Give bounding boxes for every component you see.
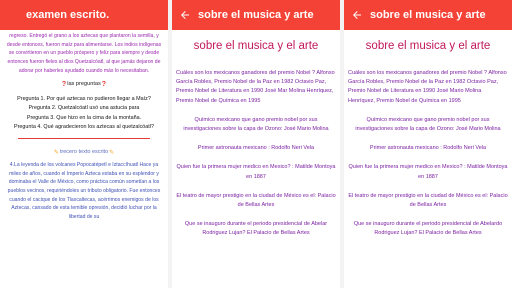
qa-item: Primer astronauta mexicano : Rodolfo Ner…	[369, 145, 487, 152]
qa-item: El teatro de mayor prestigio en la ciuda…	[348, 192, 508, 209]
question-item: Pregunta 4. Qué agradecieron los aztecas…	[14, 124, 154, 131]
pencil-icon: ✎	[109, 149, 115, 156]
app-bar: sobre el musica y arte	[172, 0, 340, 30]
third-text-label: trecero texto escrito	[59, 149, 109, 156]
question-item: Pregunta 3. Que hizo en la cima de la mo…	[26, 114, 142, 121]
screen-musica-arte: sobre el musica y arte sobre el musica y…	[172, 0, 340, 288]
qa-item: Cuáles son los mexicanos ganadores del p…	[176, 70, 335, 104]
page-heading: sobre el musica y el arte	[365, 40, 491, 52]
qa-item: Quien fue la primera mujer medico en Mex…	[176, 164, 336, 180]
story-paragraph: regreso. Entregó el grano a los aztecas …	[6, 33, 162, 74]
app-bar-title: examen escrito.	[26, 9, 110, 21]
screen-musica-arte: sobre el musica y arte sobre el musica y…	[344, 0, 512, 288]
qa-item: Que se inauguro durante el periodo presi…	[353, 221, 503, 237]
app-bar-title: sobre el musica y arte	[370, 9, 486, 21]
legend-paragraph: 4.La leyenda de los volcanes Popocatépet…	[7, 161, 161, 221]
qa-item: Químico mexicano que gano premio nobel p…	[183, 116, 329, 133]
app-bar-title: sobre el musica y arte	[198, 9, 314, 21]
questions-header-label: las preguntas	[67, 81, 101, 88]
qa-item: Químico mexicano que gano premio nobel p…	[355, 116, 501, 133]
qa-item: Cuáles son los mexicanos ganadores del p…	[348, 70, 507, 104]
third-text-header: ✎ trecero texto escrito ✎	[4, 149, 164, 156]
question-item: Pregunta 1. Por qué aztecas no pudieron …	[17, 95, 151, 102]
question-item: Pregunta 2. Quetzalcóatl usó una astucia…	[28, 105, 140, 112]
question-mark-icon: ?	[61, 80, 67, 88]
qa-item: El teatro de mayor prestigio en la ciuda…	[176, 192, 336, 209]
page-heading: sobre el musica y el arte	[193, 40, 319, 52]
arrow-back-icon[interactable]	[172, 0, 198, 30]
pencil-icon: ✎	[53, 149, 59, 156]
screen-examen-escrito: examen escrito. regreso. Entregó el gran…	[0, 0, 168, 288]
app-bar: sobre el musica y arte	[344, 0, 512, 30]
question-list: Pregunta 1. Por qué aztecas no pudieron …	[4, 95, 164, 133]
qa-item: Que se inauguro durante el periodo presi…	[184, 221, 328, 237]
content[interactable]: sobre el musica y el arte Cuáles son los…	[344, 40, 512, 239]
qa-item: Quien fue la primera mujer medico en Mex…	[348, 164, 508, 180]
content[interactable]: sobre el musica y el arte Cuáles son los…	[172, 40, 340, 239]
questions-header: ? las preguntas ?	[4, 81, 164, 88]
question-mark-icon: ?	[101, 80, 107, 88]
arrow-back-icon[interactable]	[344, 0, 370, 30]
app-bar: examen escrito.	[0, 0, 168, 30]
section-divider	[18, 137, 150, 139]
qa-item: Primer astronauta mexicano : Rodolfo Ner…	[197, 145, 315, 152]
content[interactable]: regreso. Entregó el grano a los aztecas …	[0, 30, 168, 222]
